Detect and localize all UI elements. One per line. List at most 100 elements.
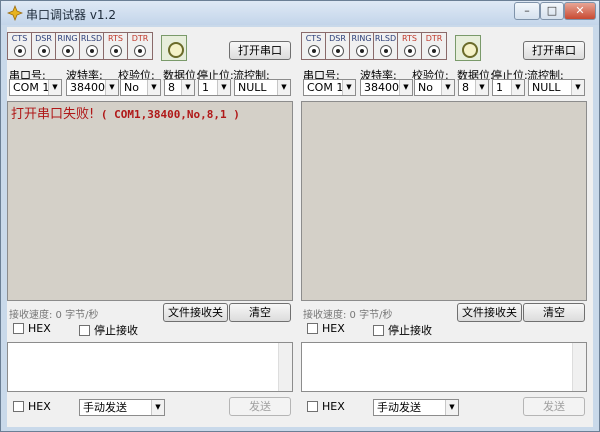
- send-scrollbar[interactable]: [278, 343, 292, 391]
- stopbits-select[interactable]: 1 ▼: [198, 79, 231, 96]
- signal-dtr[interactable]: DTR: [128, 33, 152, 59]
- signal-label: RTS: [108, 34, 123, 43]
- port-value: COM 1: [13, 81, 50, 94]
- receive-error-message: 打开串口失败! ( COM1,38400,No,8,1 ): [11, 103, 240, 122]
- databits-select[interactable]: 8 ▼: [164, 79, 195, 96]
- chevron-down-icon[interactable]: ▼: [48, 80, 61, 95]
- checkbox-box[interactable]: [307, 323, 318, 334]
- receive-speed: 接收速度: 0 字节/秒: [303, 310, 393, 321]
- checkbox-box[interactable]: [79, 325, 90, 336]
- port-value: COM 1: [307, 81, 344, 94]
- baud-select[interactable]: 38400 ▼: [360, 79, 413, 96]
- send-button[interactable]: 发送: [523, 397, 585, 416]
- chevron-down-icon[interactable]: ▼: [571, 80, 584, 95]
- signal-label: DSR: [35, 34, 52, 43]
- chevron-down-icon[interactable]: ▼: [217, 80, 230, 95]
- send-hex-checkbox[interactable]: HEX: [13, 400, 51, 413]
- signal-dtr[interactable]: DTR: [422, 33, 446, 59]
- led-icon: [62, 45, 74, 57]
- signal-label: CTS: [11, 34, 28, 43]
- error-params: ( COM1,38400,No,8,1 ): [94, 108, 240, 121]
- receive-area[interactable]: [301, 101, 587, 301]
- baud-value: 38400: [70, 81, 105, 94]
- send-input[interactable]: [7, 342, 293, 392]
- signal-label: RTS: [402, 34, 417, 43]
- open-port-button[interactable]: 打开串口: [523, 41, 585, 60]
- stop-receive-checkbox[interactable]: 停止接收: [373, 322, 432, 338]
- parity-select[interactable]: No ▼: [414, 79, 455, 96]
- clear-button[interactable]: 清空: [229, 303, 291, 322]
- port-select[interactable]: COM 1 ▼: [303, 79, 356, 96]
- chevron-down-icon[interactable]: ▼: [445, 400, 458, 415]
- baud-select[interactable]: 38400 ▼: [66, 79, 119, 96]
- send-mode-select[interactable]: 手动发送 ▼: [79, 399, 165, 416]
- signal-cts: CTS: [302, 33, 326, 59]
- stop-receive-label: 停止接收: [388, 324, 432, 337]
- chevron-down-icon[interactable]: ▼: [181, 80, 194, 95]
- file-receive-button[interactable]: 文件接收关: [163, 303, 228, 322]
- clear-button[interactable]: 清空: [523, 303, 585, 322]
- stopbits-select[interactable]: 1 ▼: [492, 79, 525, 96]
- left-port-panel: CTS DSR RING RLSD RTS DTR 打开串口 串口号: 波特率:…: [7, 27, 293, 427]
- signal-dsr: DSR: [326, 33, 350, 59]
- checkbox-box[interactable]: [13, 323, 24, 334]
- checkbox-box[interactable]: [373, 325, 384, 336]
- recv-hex-label: HEX: [28, 322, 51, 335]
- signal-label: DTR: [425, 34, 443, 43]
- recv-hex-checkbox[interactable]: HEX: [13, 322, 51, 335]
- parity-select[interactable]: No ▼: [120, 79, 161, 96]
- signal-rts[interactable]: RTS: [104, 33, 128, 59]
- chevron-down-icon[interactable]: ▼: [147, 80, 160, 95]
- led-icon[interactable]: [110, 45, 122, 57]
- send-button[interactable]: 发送: [229, 397, 291, 416]
- signal-dsr: DSR: [32, 33, 56, 59]
- chevron-down-icon[interactable]: ▼: [151, 400, 164, 415]
- led-icon[interactable]: [134, 45, 146, 57]
- flow-select[interactable]: NULL ▼: [234, 79, 291, 96]
- signal-label: DSR: [329, 34, 346, 43]
- led-icon: [308, 45, 320, 57]
- send-mode-select[interactable]: 手动发送 ▼: [373, 399, 459, 416]
- chevron-down-icon[interactable]: ▼: [475, 80, 488, 95]
- baud-value: 38400: [364, 81, 399, 94]
- maximize-button[interactable]: □: [540, 2, 564, 20]
- send-scrollbar[interactable]: [572, 343, 586, 391]
- send-hex-label: HEX: [322, 400, 345, 413]
- port-select[interactable]: COM 1 ▼: [9, 79, 62, 96]
- checkbox-box[interactable]: [307, 401, 318, 412]
- signal-label: RLSD: [80, 34, 103, 43]
- app-window: 串口调试器 v1.2 – □ ✕ CTS DSR RING RLSD RTS D…: [0, 0, 600, 432]
- signal-status-box: CTS DSR RING RLSD RTS DTR: [7, 32, 153, 60]
- send-input[interactable]: [301, 342, 587, 392]
- parity-value: No: [418, 81, 433, 94]
- title-bar[interactable]: 串口调试器 v1.2 – □ ✕: [1, 1, 599, 25]
- chevron-down-icon[interactable]: ▼: [399, 80, 412, 95]
- chevron-down-icon[interactable]: ▼: [105, 80, 118, 95]
- chevron-down-icon[interactable]: ▼: [342, 80, 355, 95]
- file-receive-button[interactable]: 文件接收关: [457, 303, 522, 322]
- led-icon[interactable]: [428, 45, 440, 57]
- stop-receive-checkbox[interactable]: 停止接收: [79, 322, 138, 338]
- led-icon: [380, 45, 392, 57]
- send-hex-checkbox[interactable]: HEX: [307, 400, 345, 413]
- chevron-down-icon[interactable]: ▼: [277, 80, 290, 95]
- signal-cts: CTS: [8, 33, 32, 59]
- close-button[interactable]: ✕: [564, 2, 596, 20]
- checkbox-box[interactable]: [13, 401, 24, 412]
- databits-select[interactable]: 8 ▼: [458, 79, 489, 96]
- chevron-down-icon[interactable]: ▼: [441, 80, 454, 95]
- receive-area[interactable]: 打开串口失败! ( COM1,38400,No,8,1 ): [7, 101, 293, 301]
- open-port-button[interactable]: 打开串口: [229, 41, 291, 60]
- signal-rts[interactable]: RTS: [398, 33, 422, 59]
- chevron-down-icon[interactable]: ▼: [511, 80, 524, 95]
- client-area: CTS DSR RING RLSD RTS DTR 打开串口 串口号: 波特率:…: [7, 27, 593, 427]
- signal-label: CTS: [305, 34, 322, 43]
- led-icon[interactable]: [404, 45, 416, 57]
- signal-rlsd: RLSD: [374, 33, 398, 59]
- led-icon: [14, 45, 26, 57]
- recv-hex-checkbox[interactable]: HEX: [307, 322, 345, 335]
- flow-select[interactable]: NULL ▼: [528, 79, 585, 96]
- led-icon: [86, 45, 98, 57]
- minimize-button[interactable]: –: [514, 2, 540, 20]
- parity-value: No: [124, 81, 139, 94]
